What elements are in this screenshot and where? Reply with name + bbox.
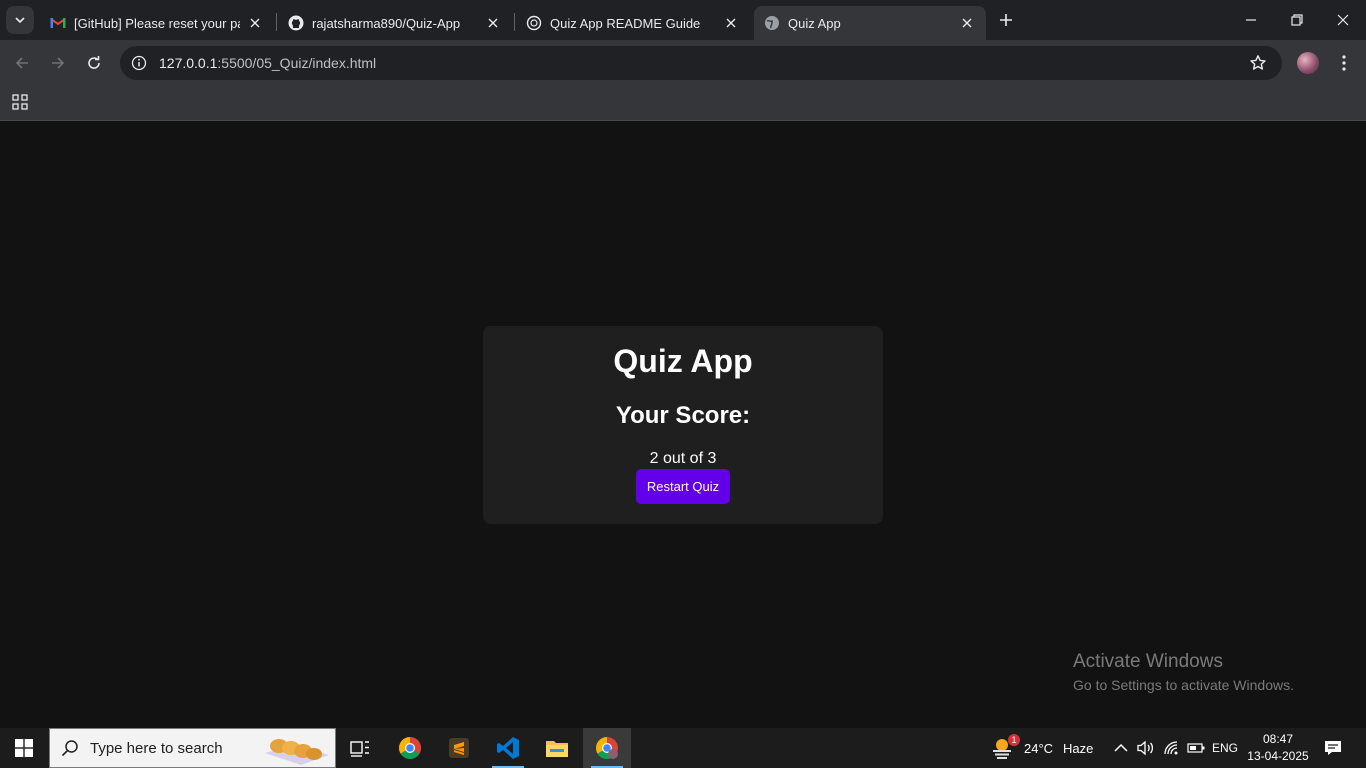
tab-title: Quiz App README Guide	[550, 15, 701, 31]
back-button[interactable]	[8, 49, 36, 77]
task-view-button[interactable]	[336, 728, 384, 768]
gmail-icon	[50, 15, 66, 31]
weather-temp: 24°C	[1024, 740, 1054, 756]
volume-button[interactable]	[1137, 728, 1155, 768]
windows-logo-icon	[15, 739, 33, 757]
close-icon[interactable]	[958, 14, 976, 32]
weather-desc: Haze	[1063, 740, 1094, 756]
close-icon[interactable]	[246, 14, 264, 32]
battery-button[interactable]	[1187, 728, 1205, 768]
score-text: 2 out of 3	[649, 450, 717, 467]
speaker-icon	[1137, 740, 1154, 756]
vscode-icon	[497, 737, 519, 759]
tab-title: Quiz App	[788, 15, 841, 31]
network-button[interactable]	[1163, 728, 1181, 768]
tab-quiz-app[interactable]: Quiz App	[754, 6, 986, 40]
github-icon	[288, 15, 304, 31]
more-vert-icon	[1342, 55, 1346, 71]
folder-icon	[546, 741, 568, 757]
restore-icon	[1291, 14, 1303, 26]
tab-separator	[514, 13, 515, 31]
taskbar-chrome-active[interactable]	[583, 728, 631, 768]
bookmarks-bar	[0, 86, 1366, 121]
url-host: 127.0.0.1	[159, 55, 218, 71]
close-window-button[interactable]	[1320, 0, 1366, 40]
reload-icon	[88, 56, 100, 69]
new-tab-button[interactable]	[994, 8, 1018, 32]
clock-date: 13-04-2025	[1247, 749, 1309, 763]
search-highlight-bread-icon	[265, 739, 329, 765]
taskbar-clock[interactable]: 08:47 13-04-2025	[1246, 731, 1310, 765]
search-placeholder: Type here to search	[90, 739, 223, 757]
tab-separator	[276, 13, 277, 31]
bookmark-star-icon[interactable]	[1248, 53, 1268, 73]
weather-widget[interactable]: 1 24°C Haze	[990, 728, 1093, 768]
url-text: 127.0.0.1:5500/05_Quiz/index.html	[159, 55, 376, 71]
taskbar-file-explorer[interactable]	[533, 728, 581, 768]
apps-grid-icon	[12, 94, 28, 110]
tab-title: rajatsharma890/Quiz-App	[312, 15, 461, 31]
profile-avatar[interactable]	[1297, 52, 1319, 74]
sublime-text-icon	[449, 738, 469, 758]
restore-button[interactable]	[1274, 0, 1320, 40]
chevron-down-icon	[15, 17, 25, 24]
watermark-subtitle: Go to Settings to activate Windows.	[1073, 677, 1294, 693]
weather-haze-icon: 1	[990, 734, 1020, 760]
tab-chatgpt[interactable]: Quiz App README Guide	[516, 6, 750, 40]
site-info-icon[interactable]	[122, 46, 156, 80]
arrow-right-icon	[52, 57, 65, 69]
minimize-button[interactable]	[1228, 0, 1274, 40]
clock-time: 08:47	[1262, 732, 1294, 746]
taskbar-vscode[interactable]	[484, 728, 532, 768]
close-icon	[1337, 14, 1349, 26]
globe-icon	[764, 15, 780, 31]
restart-quiz-button[interactable]: Restart Quiz	[636, 469, 730, 504]
weather-badge: 1	[1008, 734, 1020, 746]
arrow-left-icon	[15, 57, 28, 69]
battery-icon	[1187, 743, 1205, 753]
taskbar-search-box[interactable]: Type here to search	[49, 728, 336, 768]
search-icon	[50, 728, 90, 768]
reload-button[interactable]	[80, 49, 108, 77]
windows-taskbar: Type here to search 1 24°C Haze ENG 08:4…	[0, 728, 1366, 768]
browser-menu-button[interactable]	[1332, 51, 1356, 75]
tab-gmail[interactable]: [GitHub] Please reset your password	[40, 6, 274, 40]
watermark-title: Activate Windows	[1073, 651, 1223, 672]
minimize-icon	[1246, 19, 1256, 21]
score-heading: Your Score:	[615, 402, 751, 429]
wifi-icon	[1164, 741, 1178, 755]
tab-title: [GitHub] Please reset your password	[74, 15, 240, 31]
chrome-profile-icon	[596, 737, 618, 759]
quiz-result-card: Quiz App Your Score: 2 out of 3 Restart …	[483, 326, 883, 524]
tab-github[interactable]: rajatsharma890/Quiz-App	[278, 6, 512, 40]
taskbar-sublime-text[interactable]	[435, 728, 483, 768]
tab-search-button[interactable]	[6, 6, 34, 34]
chevron-up-icon	[1114, 743, 1128, 752]
plus-icon	[1000, 14, 1012, 26]
start-button[interactable]	[0, 728, 48, 768]
tab-strip: [GitHub] Please reset your password raja…	[0, 0, 1366, 40]
browser-toolbar: 127.0.0.1:5500/05_Quiz/index.html	[0, 40, 1366, 86]
activate-windows-watermark: Activate Windows Go to Settings to activ…	[1073, 651, 1294, 693]
address-bar[interactable]: 127.0.0.1:5500/05_Quiz/index.html	[120, 46, 1282, 80]
page-title: Quiz App	[613, 343, 753, 379]
language-indicator[interactable]: ENG	[1212, 728, 1238, 768]
apps-grid-button[interactable]	[9, 91, 31, 113]
taskbar-chrome[interactable]	[386, 728, 434, 768]
chatgpt-icon	[526, 15, 542, 31]
chrome-icon	[399, 737, 421, 759]
close-icon[interactable]	[722, 14, 740, 32]
notification-icon	[1325, 741, 1341, 755]
url-path: :5500/05_Quiz/index.html	[217, 55, 377, 71]
page-content: Quiz App Your Score: 2 out of 3 Restart …	[0, 121, 1366, 728]
task-view-icon	[350, 741, 369, 757]
show-hidden-icons-button[interactable]	[1114, 728, 1128, 768]
forward-button[interactable]	[44, 49, 72, 77]
notification-center-button[interactable]	[1318, 728, 1348, 768]
close-icon[interactable]	[484, 14, 502, 32]
